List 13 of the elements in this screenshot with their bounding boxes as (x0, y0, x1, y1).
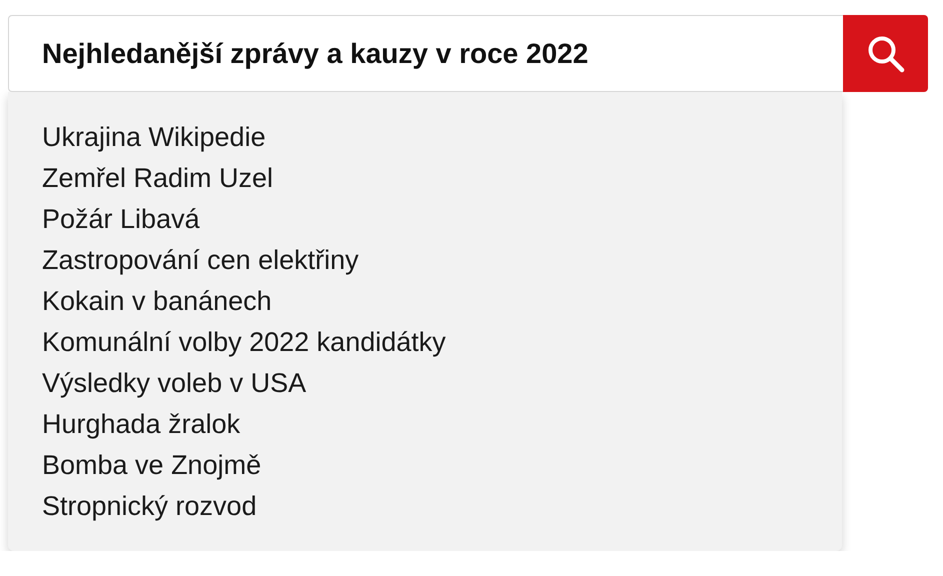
suggestion-item[interactable]: Výsledky voleb v USA (42, 363, 306, 404)
suggestion-item[interactable]: Zastropování cen elektřiny (42, 240, 359, 281)
suggestion-item[interactable]: Stropnický rozvod (42, 486, 257, 527)
suggestion-item[interactable]: Bomba ve Znojmě (42, 445, 262, 486)
search-icon (866, 34, 904, 72)
suggestion-item[interactable]: Požár Libavá (42, 199, 200, 240)
suggestion-item[interactable]: Komunální volby 2022 kandidátky (42, 322, 446, 363)
search-field[interactable]: Nejhledanější zprávy a kauzy v roce 2022 (8, 15, 843, 92)
suggestion-item[interactable]: Kokain v banánech (42, 281, 272, 322)
suggestion-item[interactable]: Ukrajina Wikipedie (42, 117, 266, 158)
suggestion-item[interactable]: Hurghada žralok (42, 404, 240, 445)
suggestion-item[interactable]: Zemřel Radim Uzel (42, 158, 274, 199)
search-button[interactable] (843, 15, 928, 92)
